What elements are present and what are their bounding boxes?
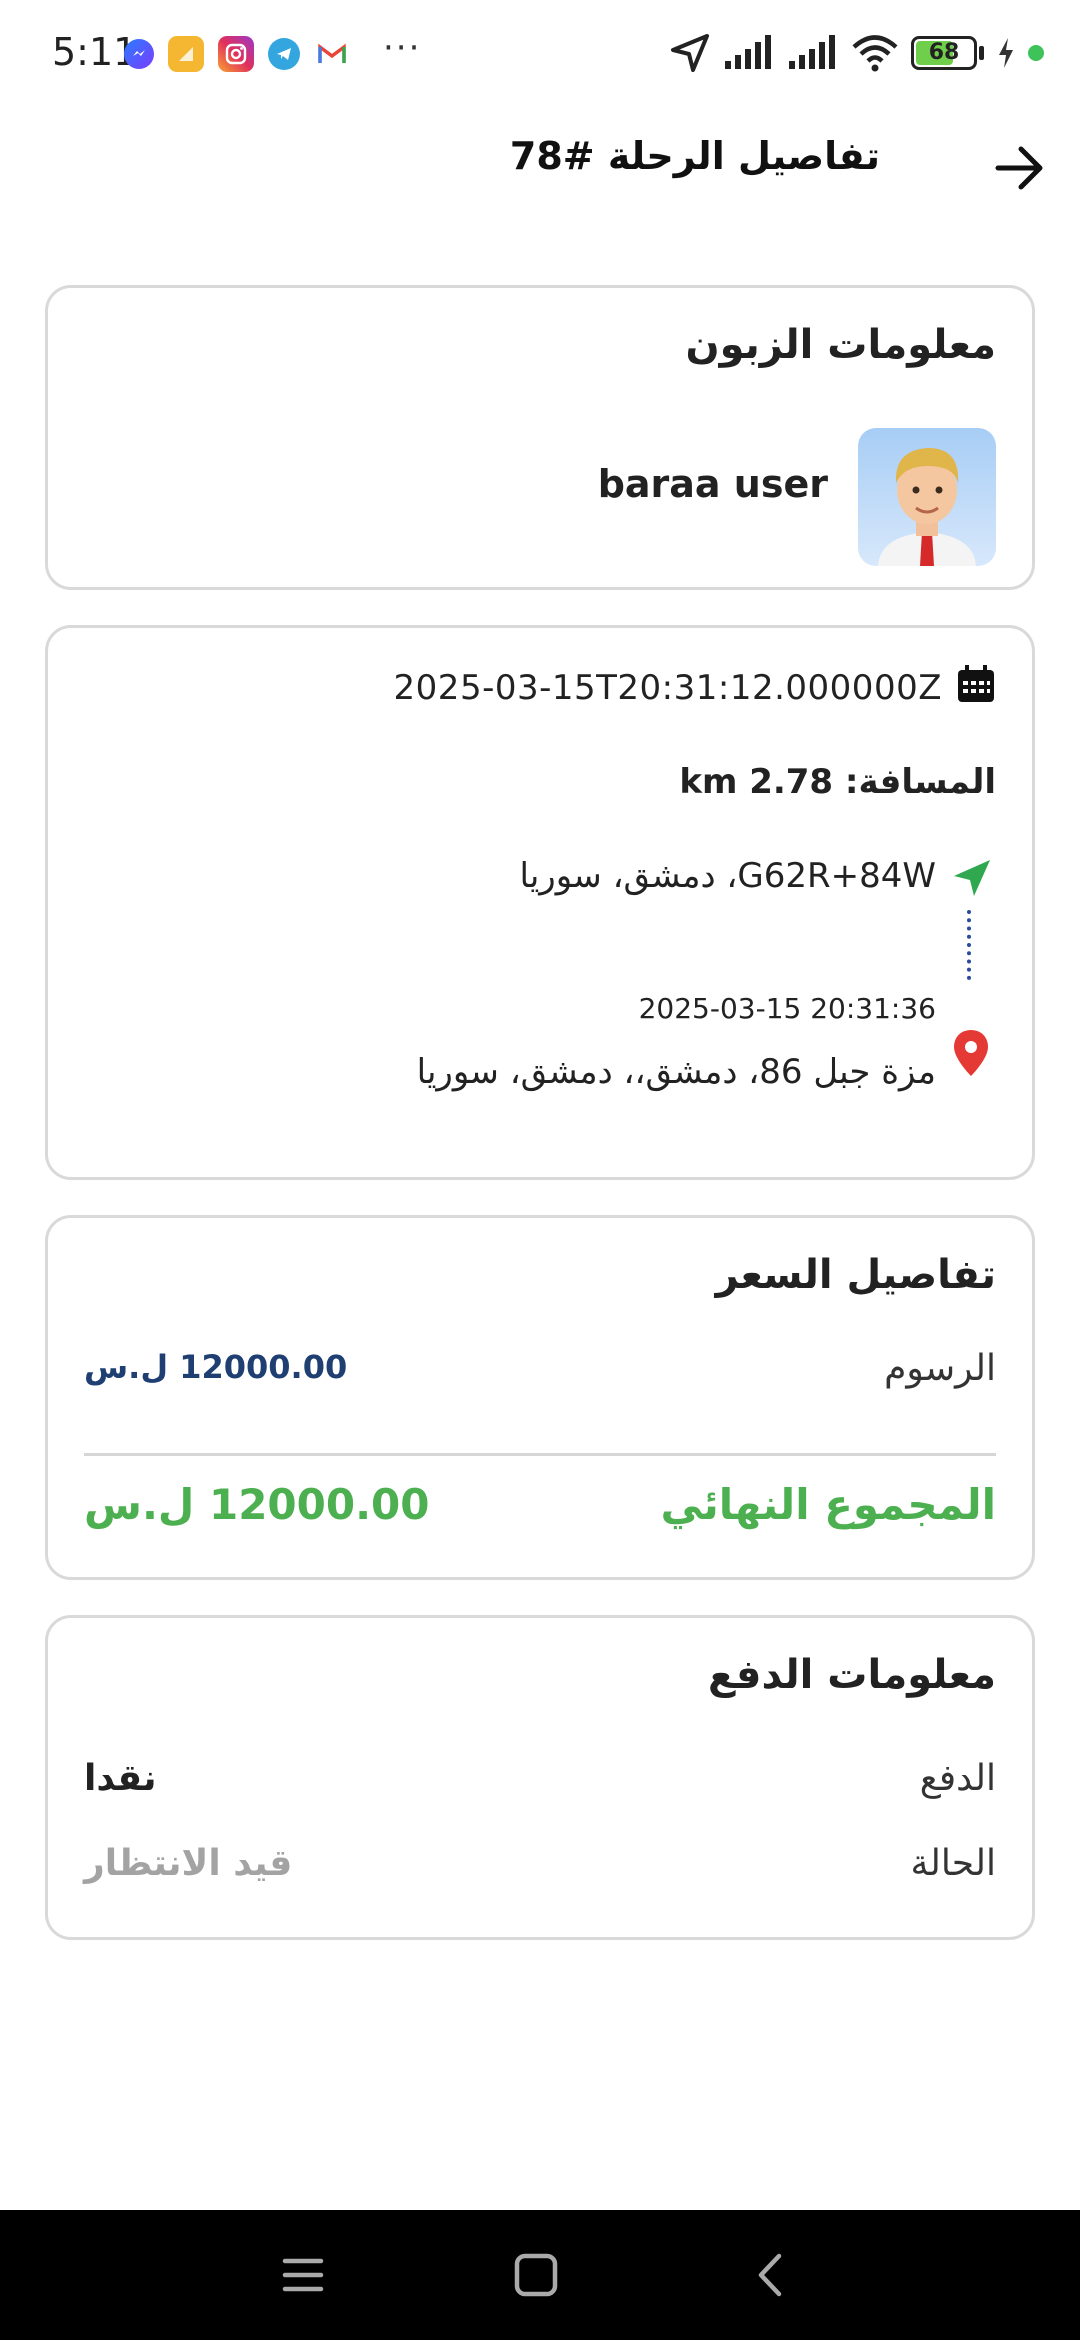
telegram-icon xyxy=(268,38,300,70)
location-pin-icon xyxy=(952,1028,990,1078)
customer-name: baraa user xyxy=(597,462,828,506)
fees-value: 12000.00 ل.س xyxy=(84,1348,348,1386)
privacy-indicator-dot xyxy=(1028,45,1044,61)
payment-status-label: الحالة xyxy=(910,1843,996,1884)
pickup-address: G62R+84W، دمشق، سوريا xyxy=(519,856,936,896)
price-divider xyxy=(84,1453,996,1456)
home-icon xyxy=(514,2253,558,2297)
gmail-icon xyxy=(314,36,350,72)
arrow-right-icon xyxy=(995,146,1043,190)
customer-card-title: معلومات الزبون xyxy=(685,322,996,368)
charging-icon xyxy=(999,38,1013,68)
messenger-icon xyxy=(124,39,154,69)
price-card: تفاصيل السعر الرسوم 12000.00 ل.س المجموع… xyxy=(45,1215,1035,1580)
dropoff-address: مزة جبل 86، دمشق،، دمشق، سوريا xyxy=(416,1052,936,1092)
total-label: المجموع النهائي xyxy=(660,1480,996,1529)
avatar[interactable] xyxy=(858,428,996,566)
wifi-icon xyxy=(852,35,898,72)
total-value: 12000.00 ل.س xyxy=(84,1480,430,1529)
recent-apps-button[interactable] xyxy=(273,2250,333,2300)
battery-icon: 68 xyxy=(911,36,977,70)
payment-method-label: الدفع xyxy=(919,1758,996,1799)
trip-distance: المسافة: km 2.78 xyxy=(679,762,996,802)
system-back-button[interactable] xyxy=(740,2250,800,2300)
price-card-title: تفاصيل السعر xyxy=(715,1252,996,1298)
menu-icon xyxy=(282,2258,324,2292)
battery-percent: 68 xyxy=(928,40,960,65)
status-system-icons: 68 xyxy=(657,32,1044,74)
payment-card: معلومات الدفع الدفع نقدا الحالة قيد الان… xyxy=(45,1615,1035,1940)
back-button[interactable] xyxy=(984,132,1056,204)
dropoff-time: 2025-03-15 20:31:36 xyxy=(638,992,936,1025)
payment-status-value: قيد الانتظار xyxy=(84,1843,293,1884)
calendar-icon xyxy=(956,664,996,704)
notes-app-icon xyxy=(168,36,204,72)
system-nav-bar xyxy=(0,2210,1080,2340)
navigation-arrow-icon xyxy=(950,856,994,900)
signal-icon xyxy=(789,35,835,69)
payment-method-value: نقدا xyxy=(84,1758,157,1799)
route-dotted-line xyxy=(967,910,971,980)
customer-card: معلومات الزبون baraa user xyxy=(45,285,1035,590)
app-header: تفاصيل الرحلة #78 xyxy=(0,110,1080,220)
status-bar: 5:11 ··· 68 xyxy=(0,0,1080,100)
instagram-icon xyxy=(218,36,254,72)
home-button[interactable] xyxy=(506,2250,566,2300)
trip-card: 2025-03-15T20:31:12.000000Z المسافة: km … xyxy=(45,625,1035,1180)
location-arrow-icon xyxy=(671,34,709,72)
page-title: تفاصيل الرحلة #78 xyxy=(509,134,880,178)
more-notifications-icon: ··· xyxy=(383,28,422,68)
trip-date: 2025-03-15T20:31:12.000000Z xyxy=(393,668,942,708)
screen: 5:11 ··· 68 تفاصيل الرحلة #78 معلومات ال… xyxy=(0,0,1080,2340)
fees-label: الرسوم xyxy=(884,1348,996,1389)
status-app-icons xyxy=(124,36,364,72)
back-icon xyxy=(758,2253,782,2297)
battery-tip xyxy=(979,46,984,60)
signal-icon xyxy=(725,35,771,69)
payment-card-title: معلومات الدفع xyxy=(707,1652,996,1698)
